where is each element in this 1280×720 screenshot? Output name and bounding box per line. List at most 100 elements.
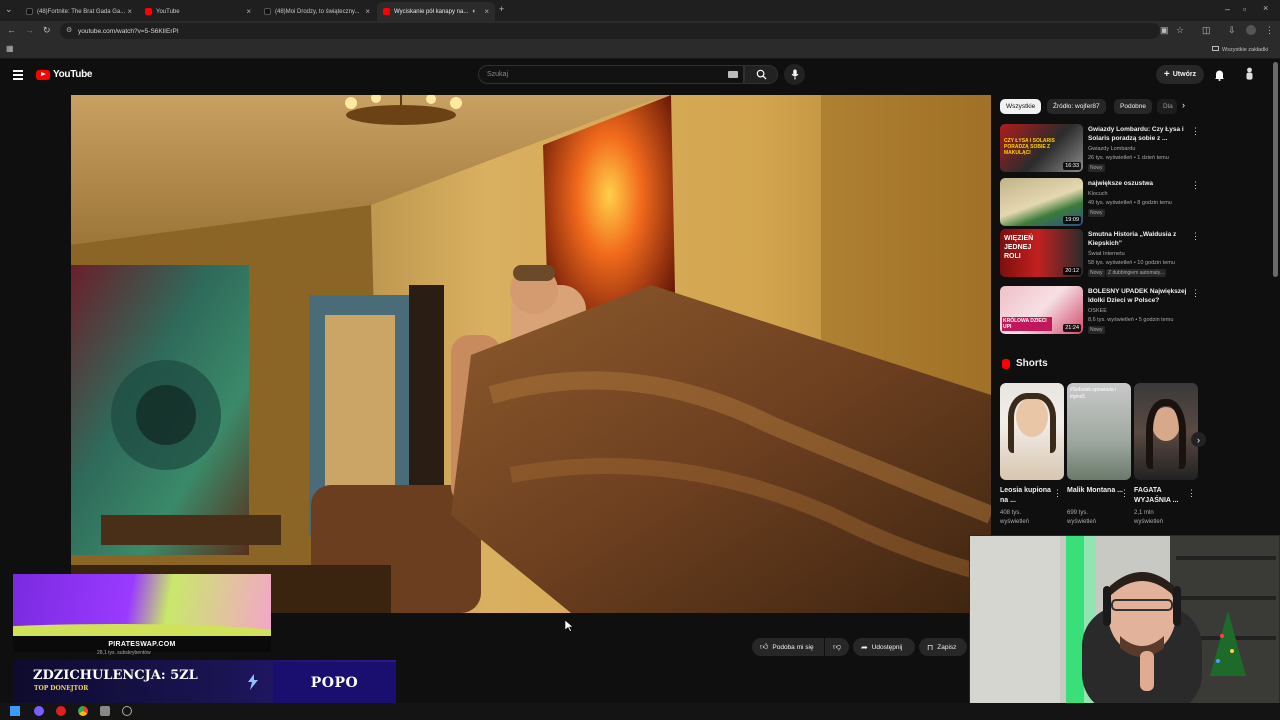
channel-name[interactable]: OSKEE xyxy=(1088,307,1198,315)
page-scrollbar[interactable] xyxy=(1273,62,1278,277)
search-button[interactable] xyxy=(744,65,778,84)
recommended-item[interactable]: WIĘZIEŃ JEDNEJ ROLI 20:12 Smutna Histori… xyxy=(1000,229,1200,279)
video-player[interactable] xyxy=(71,95,991,613)
more-vert-icon[interactable]: ⋮ xyxy=(1053,488,1062,499)
short-title[interactable]: Malik Montana ... xyxy=(1067,486,1123,496)
dislike-button[interactable]: 👎︎ xyxy=(825,638,849,656)
app-icon[interactable] xyxy=(100,706,110,716)
account-avatar[interactable] xyxy=(1244,67,1255,80)
app-icon[interactable] xyxy=(56,706,66,716)
youtube-logo[interactable]: YouTube xyxy=(36,69,93,80)
downloads-icon[interactable]: ⇩ xyxy=(1228,26,1236,35)
profile-avatar[interactable] xyxy=(1246,25,1256,35)
window-close-icon[interactable]: × xyxy=(1263,4,1268,13)
bookmark-star-icon[interactable]: ☆ xyxy=(1176,26,1184,35)
video-title[interactable]: największe oszustwa xyxy=(1088,179,1192,188)
short-title[interactable]: Leosia kupiona na ... xyxy=(1000,486,1056,506)
channel-name[interactable]: Klocuch xyxy=(1088,190,1198,198)
shorts-icon xyxy=(1002,358,1010,369)
video-thumbnail[interactable]: 19:09 xyxy=(1000,178,1083,226)
video-thumbnail[interactable]: KRÓLOWA DZIECI UPI 21:24 xyxy=(1000,286,1083,334)
close-icon[interactable]: × xyxy=(484,7,489,16)
chip-all[interactable]: Wszystkie xyxy=(1000,99,1042,114)
chip-source[interactable]: Źródło: wojfer87 xyxy=(1047,99,1106,114)
mouse-cursor-icon xyxy=(565,620,573,632)
chip-similar[interactable]: Podobne xyxy=(1114,99,1153,114)
close-icon[interactable]: × xyxy=(246,7,251,16)
more-vert-icon[interactable]: ⋮ xyxy=(1191,126,1200,137)
video-thumbnail[interactable]: WIĘZIEŃ JEDNEJ ROLI 20:12 xyxy=(1000,229,1083,277)
recommended-item[interactable]: 19:09 największe oszustwa Klocuch 49 tys… xyxy=(1000,178,1200,228)
voice-search-button[interactable] xyxy=(784,64,805,85)
app-icon[interactable] xyxy=(34,706,44,716)
chrome-icon[interactable] xyxy=(78,706,88,716)
tab-fortnite[interactable]: (48)Fortnite: The Brat Gada Ga... × xyxy=(20,2,138,21)
channel-name[interactable]: Gwiazdy Lombardu xyxy=(1088,145,1198,153)
short-views: 2,1 mln wyświetleń xyxy=(1134,510,1164,525)
channel-name[interactable]: Świat Internetu xyxy=(1088,250,1198,258)
recommended-item[interactable]: KRÓLOWA DZIECI UPI 21:24 BOLESNY UPADEK … xyxy=(1000,286,1200,336)
site-info-icon[interactable]: ⚙ xyxy=(66,26,72,34)
app-icon[interactable] xyxy=(122,706,132,716)
short-thumbnail[interactable]: #Sebulek.opowiada i #gms5 xyxy=(1067,383,1131,480)
hamburger-menu-icon[interactable] xyxy=(13,70,23,80)
notifications-button[interactable] xyxy=(1214,68,1225,86)
maximize-icon[interactable]: ▫ xyxy=(1243,5,1246,14)
sponsor-ad-card: PIRATESWAP.COM xyxy=(13,574,271,652)
menu-kebab-icon[interactable]: ⋮ xyxy=(1265,26,1274,35)
address-bar[interactable]: ⚙ youtube.com/watch?v=5-S6KlIErPI xyxy=(60,23,1160,39)
close-icon[interactable]: × xyxy=(127,7,132,16)
extensions-icon[interactable]: ◫ xyxy=(1202,26,1211,35)
recommended-item[interactable]: CZY ŁYSA I SOLARIS PORADZĄ SOBIE Z MAKUL… xyxy=(1000,124,1200,174)
reload-icon[interactable]: ↻ xyxy=(43,26,51,35)
microphone-icon xyxy=(791,69,798,80)
share-button[interactable]: ➦ Udostępnij xyxy=(853,638,915,656)
search-input[interactable]: Szukaj xyxy=(478,65,744,84)
video-title[interactable]: BOLESNY UPADEK Największej Idolki Dzieci… xyxy=(1088,287,1192,305)
short-views: 699 tys. wyświetleń xyxy=(1067,510,1097,525)
shorts-next-button[interactable]: › xyxy=(1191,432,1206,447)
new-tab-button[interactable]: + xyxy=(499,5,504,14)
create-button[interactable]: + Utwórz xyxy=(1156,65,1204,84)
video-stats: 49 tys. wyświetleń • 8 godzin temu xyxy=(1088,200,1172,206)
install-icon[interactable]: ▣ xyxy=(1160,26,1169,35)
avatar-icon xyxy=(1246,67,1253,80)
youtube-play-icon xyxy=(36,69,50,80)
all-bookmarks[interactable]: Wszystkie zakładki xyxy=(1212,46,1268,53)
apps-grid-icon[interactable]: ▦ xyxy=(6,45,14,53)
more-vert-icon[interactable]: ⋮ xyxy=(1120,488,1129,499)
back-icon[interactable]: ← xyxy=(7,26,16,35)
close-icon[interactable]: × xyxy=(365,7,370,16)
audio-icon[interactable]: ◖ xyxy=(471,8,475,15)
more-vert-icon[interactable]: ⋮ xyxy=(1191,231,1200,242)
new-badge: Nowy xyxy=(1088,269,1105,277)
more-vert-icon[interactable]: ⋮ xyxy=(1187,488,1196,499)
tab-search-icon[interactable]: ⌄ xyxy=(5,5,13,14)
short-title[interactable]: FAGATA WYJAŚNIA ... xyxy=(1134,486,1190,506)
os-taskbar xyxy=(0,703,1280,720)
more-vert-icon[interactable]: ⋮ xyxy=(1191,288,1200,299)
youtube-icon xyxy=(145,8,152,15)
forward-icon[interactable]: → xyxy=(25,26,34,35)
keyboard-icon[interactable] xyxy=(728,71,738,78)
chip-for-you[interactable]: Dla xyxy=(1157,99,1177,114)
chevron-right-icon[interactable]: › xyxy=(1182,100,1185,110)
video-thumbnail[interactable]: CZY ŁYSA I SOLARIS PORADZĄ SOBIE Z MAKUL… xyxy=(1000,124,1083,172)
short-thumbnail[interactable] xyxy=(1134,383,1198,480)
start-icon[interactable] xyxy=(10,706,20,716)
like-button[interactable]: 👍︎ Podoba mi się xyxy=(752,638,824,656)
video-title[interactable]: Smutna Historia „Waldusia z Kiepskich” xyxy=(1088,230,1192,248)
video-title[interactable]: Gwiazdy Lombardu: Czy Łysa i Solaris por… xyxy=(1088,125,1192,143)
dubbing-badge: Z dubbingiem automaty... xyxy=(1106,269,1167,277)
minimize-icon[interactable]: – xyxy=(1225,5,1230,14)
tab-active-video[interactable]: Wyciskanie pół kanapy na... ◖ × xyxy=(377,2,495,21)
save-button[interactable]: ⊓ Zapisz xyxy=(919,638,967,656)
tab-label: Wyciskanie pół kanapy na... xyxy=(394,8,469,15)
thumbnail-text: #Sebulek.opowiada i #gms5 xyxy=(1070,387,1117,400)
tab-moi-drodzy[interactable]: (48)Moi Drodzy, to świąteczny... × xyxy=(258,2,376,21)
more-vert-icon[interactable]: ⋮ xyxy=(1191,180,1200,191)
short-thumbnail[interactable] xyxy=(1000,383,1064,480)
donation-subtitle: TOP DONEJTOR xyxy=(34,685,89,692)
tab-youtube[interactable]: YouTube × xyxy=(139,2,257,21)
new-badge: Nowy xyxy=(1088,164,1105,172)
